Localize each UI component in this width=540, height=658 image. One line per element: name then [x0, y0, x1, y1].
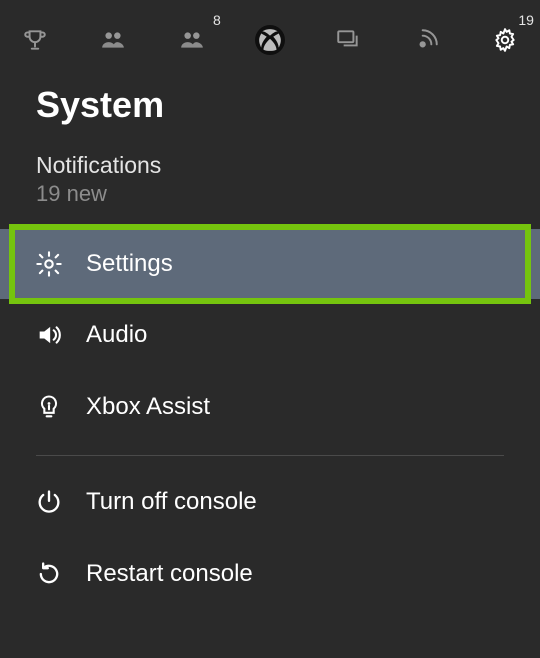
messages-icon	[335, 27, 361, 53]
menu-item-turn-off[interactable]: Turn off console	[0, 466, 540, 538]
speaker-icon	[34, 320, 64, 350]
power-icon	[34, 487, 64, 517]
page-title: System	[0, 80, 540, 134]
broadcast-icon	[414, 27, 440, 53]
system-menu: Settings Audio Xbox Assist	[0, 229, 540, 610]
tab-home[interactable]	[245, 20, 295, 60]
tab-messages[interactable]	[323, 20, 373, 60]
tab-achievements[interactable]	[10, 20, 60, 60]
system-badge: 19	[518, 12, 534, 28]
party-badge: 8	[213, 12, 221, 28]
notifications-block[interactable]: Notifications 19 new	[0, 134, 540, 211]
notifications-label: Notifications	[36, 152, 540, 179]
settings-gear-icon	[492, 27, 518, 53]
menu-item-audio[interactable]: Audio	[0, 299, 540, 371]
menu-label: Settings	[86, 250, 173, 278]
tab-broadcast[interactable]	[401, 20, 451, 60]
tab-friends[interactable]	[88, 20, 138, 60]
lightbulb-icon	[34, 392, 64, 422]
restart-icon	[34, 559, 64, 589]
trophy-icon	[22, 27, 48, 53]
menu-label: Xbox Assist	[86, 393, 210, 421]
menu-item-xbox-assist[interactable]: Xbox Assist	[0, 371, 540, 443]
menu-item-restart[interactable]: Restart console	[0, 538, 540, 610]
tab-system[interactable]: 19	[480, 20, 530, 60]
party-icon	[179, 27, 205, 53]
people-icon	[100, 27, 126, 53]
menu-item-settings[interactable]: Settings	[0, 229, 540, 299]
menu-label: Restart console	[86, 560, 253, 588]
menu-label: Audio	[86, 321, 147, 349]
menu-divider	[36, 455, 504, 456]
guide-tabs: 8 19	[0, 0, 540, 80]
menu-label: Turn off console	[86, 488, 257, 516]
xbox-logo-icon	[255, 25, 285, 55]
notifications-count: 19 new	[36, 181, 540, 207]
gear-icon	[34, 249, 64, 279]
tab-party[interactable]: 8	[167, 20, 217, 60]
